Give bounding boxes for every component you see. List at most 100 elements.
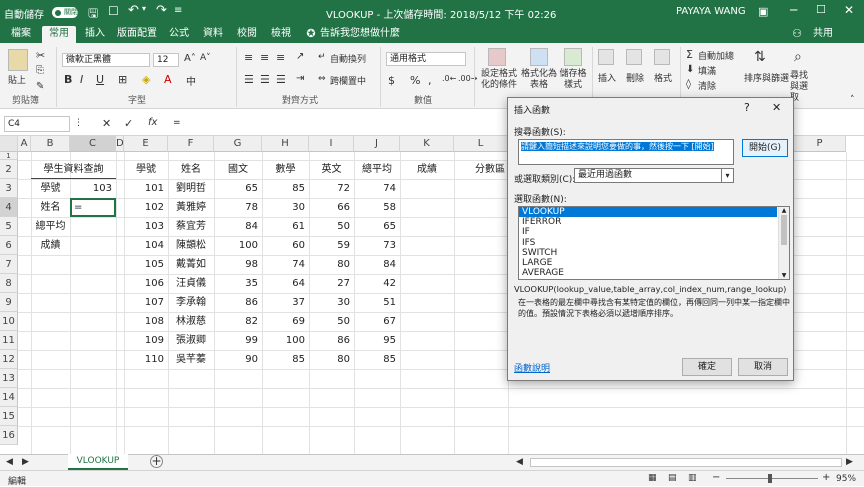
table-cell[interactable]: 84 [354,255,400,274]
table-cell[interactable]: 107 [124,293,168,312]
cut-icon[interactable]: ✂ [36,49,45,62]
function-list-item[interactable]: LARGE [519,258,777,268]
tab-view[interactable]: 檢視 [266,26,296,43]
table-cell[interactable]: 蔡宜芳 [168,217,214,236]
table-cell[interactable]: 101 [124,179,168,198]
align-top-icon[interactable]: ≡ [244,51,253,64]
font-color-icon[interactable]: A [164,73,172,86]
cancel-button[interactable]: 取消 [738,358,788,376]
orientation-icon[interactable]: ↗ [296,51,304,62]
column-header-a[interactable]: A [18,136,31,152]
go-button[interactable]: 開始(G) [742,139,788,157]
table-cell[interactable]: 67 [354,312,400,331]
table-cell[interactable]: 72 [309,179,354,198]
table-header[interactable]: 總平均 [354,160,400,179]
maximize-icon[interactable]: ☐ [816,3,826,16]
table-cell[interactable]: 58 [354,198,400,217]
row-header-3[interactable]: 3 [0,179,18,198]
font-name-select[interactable]: 微軟正黑體 [62,53,150,67]
delete-cells-button[interactable]: 刪除 [626,71,644,84]
fill-color-icon[interactable]: ◈ [142,73,150,86]
row-header-6[interactable]: 6 [0,236,18,255]
zoom-out-icon[interactable]: − [712,472,720,483]
paste-button[interactable]: 貼上 [8,73,26,86]
indent-icon[interactable]: ⇥ [296,73,304,84]
column-header-b[interactable]: B [31,136,70,152]
confirm-entry-icon[interactable]: ✓ [124,117,133,130]
ok-button[interactable]: 確定 [682,358,732,376]
function-list-item[interactable]: IFERROR [519,217,777,227]
row-header-12[interactable]: 12 [0,350,18,369]
tab-home[interactable]: 常用 [42,26,76,43]
function-list-item[interactable]: IF [519,227,777,237]
lookup-title[interactable]: 學生資料查詢 [31,160,116,179]
table-cell[interactable]: 100 [214,236,262,255]
active-cell-c4[interactable]: = [70,198,116,217]
sheet-tab-vlookup[interactable]: VLOOKUP [68,454,128,470]
italic-button[interactable]: I [80,73,83,86]
table-cell[interactable]: 51 [354,293,400,312]
table-cell[interactable]: 106 [124,274,168,293]
table-cell[interactable]: 50 [309,312,354,331]
table-cell[interactable]: 74 [262,255,309,274]
table-cell[interactable]: 86 [309,331,354,350]
zoom-level[interactable]: 95% [836,474,856,484]
table-cell[interactable]: 李承翰 [168,293,214,312]
align-left-icon[interactable]: ☰ [244,73,254,86]
table-cell[interactable]: 85 [262,350,309,369]
table-cell[interactable]: 50 [309,217,354,236]
format-as-table-button[interactable]: 格式化為表格 [520,69,558,91]
row-header-9[interactable]: 9 [0,293,18,312]
wrap-text-button[interactable]: 自動換列 [330,52,366,65]
table-cell[interactable]: 吳芊蓁 [168,350,214,369]
scroll-left-icon[interactable]: ◀ [516,457,523,467]
format-painter-icon[interactable]: ✎ [36,81,44,92]
collapse-ribbon-icon[interactable]: ˄ [850,95,855,105]
merge-center-button[interactable]: 跨欄置中 [330,74,366,87]
row-header-15[interactable]: 15 [0,407,18,426]
page-layout-icon[interactable]: ▤ [668,473,677,483]
table-cell[interactable]: 60 [262,236,309,255]
copy-icon[interactable]: ⎘ [36,65,44,76]
column-header-d[interactable]: D [116,136,124,152]
table-cell[interactable]: 42 [354,274,400,293]
table-cell[interactable]: 30 [262,198,309,217]
zoom-in-icon[interactable]: + [822,472,830,483]
chevron-down-icon[interactable]: ▾ [721,169,733,182]
border-icon[interactable]: ⊞ [118,73,127,86]
name-box[interactable]: C4 [4,116,70,132]
tab-formulas[interactable]: 公式 [164,26,194,43]
table-cell[interactable]: 黃雅婷 [168,198,214,217]
table-cell[interactable]: 85 [354,350,400,369]
comma-button[interactable]: , [428,74,432,87]
row-header-16[interactable]: 16 [0,426,18,445]
function-list[interactable]: VLOOKUP IFERROR IF IFS SWITCH LARGE AVERAGE ▲ … [518,206,790,280]
column-header-j[interactable]: J [354,136,400,152]
zoom-slider-thumb[interactable] [768,474,772,483]
table-header[interactable]: 成績 [400,160,454,179]
number-format-select[interactable]: 通用格式 [386,52,466,66]
fill-button[interactable]: 填滿 [698,64,716,77]
horizontal-scrollbar[interactable] [530,458,842,467]
align-bottom-icon[interactable]: ≡ [276,51,285,64]
prev-sheet-icon[interactable]: ◀ [6,457,13,467]
tell-me-search[interactable]: 告訴我您想做什麼 [320,26,400,43]
lookup-id-value[interactable]: 103 [70,179,116,198]
close-icon[interactable]: ✕ [844,3,854,17]
conditional-format-button[interactable]: 設定格式化的條件 [478,69,520,91]
normal-view-icon[interactable]: ▦ [648,473,657,483]
table-header[interactable]: 姓名 [168,160,214,179]
table-cell[interactable]: 61 [262,217,309,236]
table-cell[interactable]: 85 [262,179,309,198]
lookup-label-grade[interactable]: 成績 [31,236,70,255]
align-center-icon[interactable]: ☰ [260,73,270,86]
table-cell[interactable]: 戴菁如 [168,255,214,274]
row-header-11[interactable]: 11 [0,331,18,350]
row-header-1[interactable]: 1 [0,152,18,160]
table-cell[interactable]: 99 [214,331,262,350]
table-cell[interactable]: 陳顗松 [168,236,214,255]
row-header-2[interactable]: 2 [0,160,18,179]
lookup-label-average[interactable]: 總平均 [31,217,70,236]
ribbon-display-icon[interactable]: ▣ [758,5,768,18]
undo-dropdown-icon[interactable]: ▾ [142,4,146,13]
